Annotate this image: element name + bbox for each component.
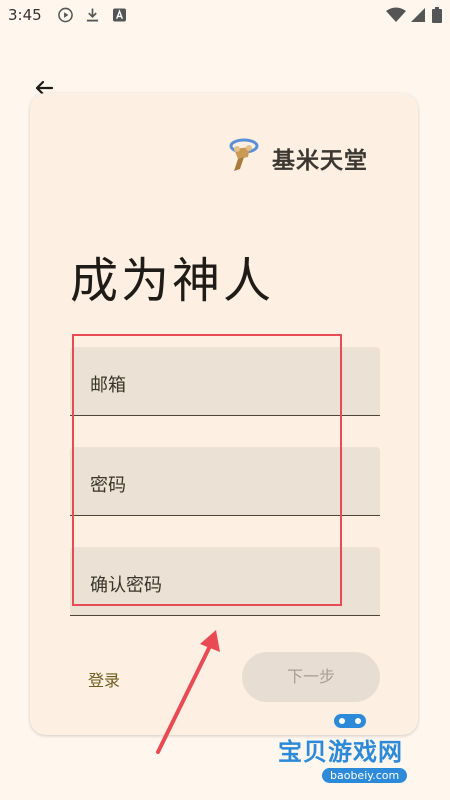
play-icon [58, 7, 73, 23]
signal-icon [411, 8, 425, 22]
battery-icon [432, 7, 442, 23]
next-button[interactable]: 下一步 [242, 652, 380, 702]
gamepad-icon [334, 714, 366, 728]
email-label: 邮箱 [90, 375, 126, 396]
watermark-logo: 宝贝游戏网 baobeiy.com [270, 710, 430, 795]
brand-name: 基米天堂 [272, 148, 368, 174]
confirm-password-label: 确认密码 [90, 575, 162, 596]
status-time: 3:45 [8, 6, 42, 24]
app-logo-icon [229, 138, 259, 171]
app-notification-icon [113, 8, 126, 22]
page-title: 成为神人 [70, 253, 275, 309]
confirm-password-field[interactable]: 确认密码 [70, 547, 380, 616]
brand-header: 基米天堂 [220, 135, 400, 175]
login-link[interactable]: 登录 [88, 667, 120, 691]
password-label: 密码 [90, 475, 126, 496]
annotation-arrow-icon [156, 630, 220, 754]
email-field[interactable]: 邮箱 [70, 347, 380, 416]
status-bar: 3:45 [0, 0, 450, 30]
watermark-text: 宝贝游戏网 [278, 738, 403, 766]
watermark-url: baobeiy.com [322, 768, 408, 783]
password-field[interactable]: 密码 [70, 447, 380, 516]
wifi-icon [386, 7, 406, 22]
download-icon [86, 8, 99, 22]
